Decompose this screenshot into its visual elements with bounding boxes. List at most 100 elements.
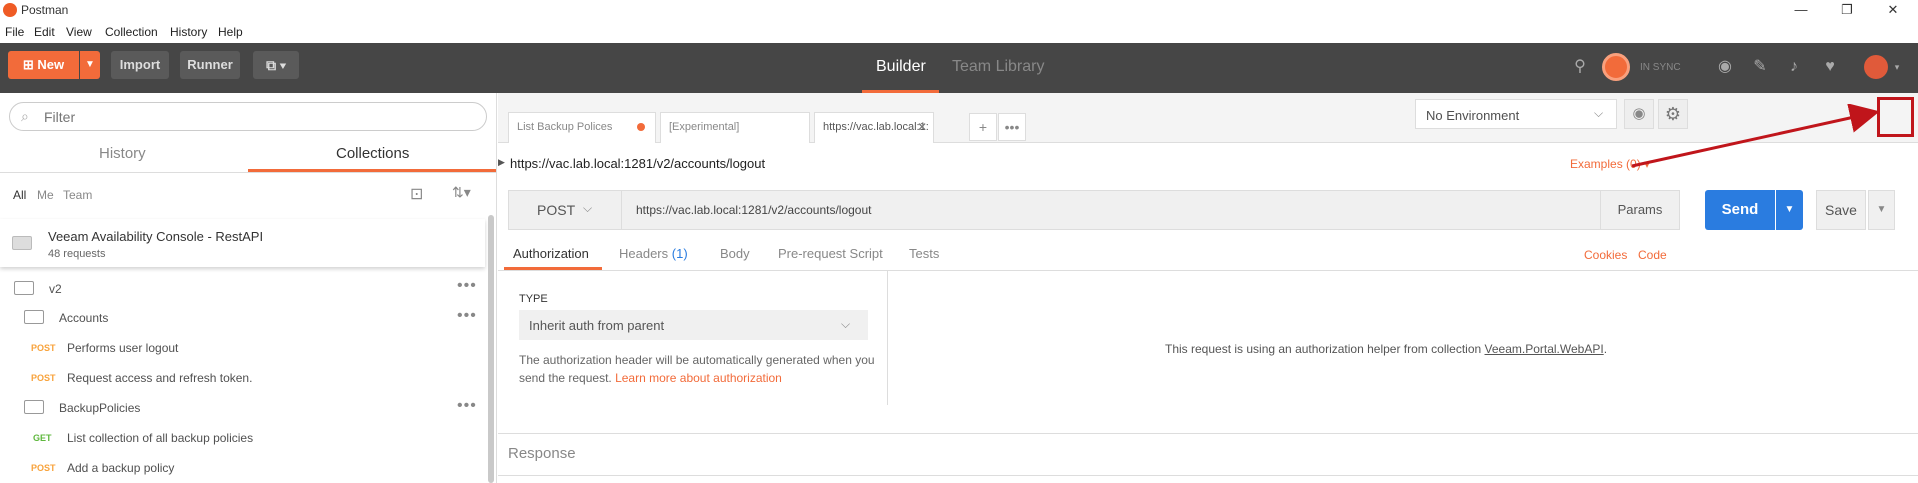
method-badge: POST (31, 373, 56, 383)
environment-select[interactable]: No Environment ⌵ (1415, 99, 1617, 129)
menu-help[interactable]: Help (218, 25, 243, 39)
new-button[interactable]: ⊞ New (8, 51, 79, 79)
url-input[interactable]: https://vac.lab.local:1281/v2/accounts/l… (636, 203, 871, 217)
chevron-down-icon: ⌵ (583, 201, 593, 215)
unsaved-dot-icon (637, 123, 645, 131)
method-value: POST (537, 202, 576, 218)
tab-team-library[interactable]: Team Library (952, 58, 1044, 76)
request-tab[interactable]: [Experimental] (660, 112, 810, 143)
add-tab-button[interactable]: + (969, 113, 997, 141)
cookies-link[interactable]: Cookies (1584, 248, 1627, 262)
tab-tests[interactable]: Tests (909, 246, 939, 261)
url-bar: POST ⌵ https://vac.lab.local:1281/v2/acc… (508, 190, 1612, 230)
sort-icon[interactable]: ⇅▾ (452, 184, 471, 201)
collection-item[interactable]: Veeam Availability Console - RestAPI 48 … (0, 219, 485, 267)
save-dropdown-button[interactable]: ▼ (1868, 190, 1895, 230)
satellite-icon[interactable]: ⚲ (1570, 57, 1590, 77)
tab-headers[interactable]: Headers (1) (619, 246, 688, 261)
collapse-caret-icon[interactable]: ▶ (498, 157, 505, 168)
more-icon[interactable]: ••• (457, 397, 477, 415)
tab-authorization[interactable]: Authorization (513, 246, 589, 261)
tab-history[interactable]: History (99, 145, 146, 162)
request-tab-active[interactable]: https://vac.lab.local:1: ✕ (814, 112, 934, 143)
collection-link[interactable]: Veeam.Portal.WebAPI (1485, 342, 1604, 356)
environment-value: No Environment (1426, 108, 1520, 123)
annotation-highlight-box (1877, 97, 1914, 137)
auth-type-select[interactable]: Inherit auth from parent ⌵ (519, 310, 868, 340)
filter-me[interactable]: Me (37, 188, 54, 202)
auth-description: The authorization header will be automat… (519, 351, 879, 387)
tree-request[interactable]: Performs user logout (67, 341, 178, 355)
new-dropdown-button[interactable]: ▼ (80, 51, 100, 79)
avatar[interactable] (1864, 55, 1888, 79)
auth-info-text: This request is using an authorization h… (1165, 342, 1482, 356)
more-icon: ••• (1004, 119, 1020, 135)
more-icon[interactable]: ••• (457, 307, 477, 325)
tab-options-button[interactable]: ••• (998, 113, 1026, 141)
chevron-down-icon: ⌵ (841, 317, 851, 331)
request-tab-label: List Backup Polices (517, 121, 613, 133)
tree-request[interactable]: Request access and refresh token. (67, 371, 252, 385)
tab-builder[interactable]: Builder (876, 58, 926, 76)
collection-folder-icon (12, 236, 32, 250)
tab-prerequest-script[interactable]: Pre-request Script (778, 246, 883, 261)
filter-input[interactable] (44, 109, 464, 125)
menu-history[interactable]: History (170, 25, 207, 39)
sync-icon[interactable] (1602, 53, 1630, 81)
auth-info-suffix: . (1603, 342, 1608, 356)
restore-button[interactable]: ❐ (1832, 1, 1862, 19)
auth-helper-info: This request is using an authorization h… (1165, 342, 1607, 356)
filter-all[interactable]: All (13, 188, 26, 202)
method-select[interactable]: POST ⌵ (509, 191, 622, 229)
send-button[interactable]: Send (1705, 190, 1775, 230)
tree-folder-backuppolicies[interactable]: BackupPolicies (59, 401, 140, 415)
auth-type-value: Inherit auth from parent (529, 318, 665, 333)
import-button[interactable]: Import (111, 51, 169, 79)
menu-edit[interactable]: Edit (34, 25, 55, 39)
caret-down-icon: ▼ (85, 59, 95, 70)
filter-team[interactable]: Team (63, 188, 92, 202)
tab-body[interactable]: Body (720, 246, 750, 261)
tree-folder-accounts[interactable]: Accounts (59, 311, 108, 325)
minimize-button[interactable]: — (1786, 1, 1816, 19)
menu-file[interactable]: File (5, 25, 24, 39)
tab-collections[interactable]: Collections (336, 145, 409, 162)
tree-folder-v2[interactable]: v2 (49, 282, 62, 296)
sidebar-scrollbar[interactable] (488, 215, 494, 483)
filter-box[interactable]: ⌕ (9, 102, 487, 131)
bell-icon[interactable]: ♪ (1784, 57, 1804, 77)
wrench-icon[interactable]: ✎ (1750, 57, 1770, 77)
runner-button[interactable]: Runner (180, 51, 240, 79)
avatar-caret-icon[interactable]: ▾ (1887, 57, 1907, 77)
request-tab-label: https://vac.lab.local:1: (823, 121, 929, 133)
more-icon[interactable]: ••• (457, 277, 477, 295)
caret-down-icon: ▼ (1784, 204, 1795, 215)
window-titlebar: Postman — ❐ ✕ (0, 0, 1918, 21)
folder-icon (24, 310, 44, 324)
search-icon: ⌕ (21, 108, 29, 124)
annotation-arrow (1631, 104, 1880, 168)
close-tab-icon[interactable]: ✕ (917, 120, 927, 134)
tree-request[interactable]: List collection of all backup policies (67, 431, 253, 445)
method-badge: GET (33, 433, 52, 443)
tree-request[interactable]: Add a backup policy (67, 461, 174, 475)
send-dropdown-button[interactable]: ▼ (1776, 190, 1803, 230)
new-window-button[interactable]: ⧉ ▾ (253, 51, 299, 79)
headers-count: (1) (671, 246, 688, 261)
close-window-button[interactable]: ✕ (1878, 1, 1908, 19)
heart-icon[interactable]: ♥ (1820, 57, 1840, 77)
request-tab[interactable]: List Backup Polices (508, 112, 656, 143)
interceptor-icon[interactable]: ◉ (1715, 57, 1735, 77)
learn-more-link[interactable]: Learn more about authorization (615, 371, 782, 385)
code-link[interactable]: Code (1638, 248, 1667, 262)
new-button-label: New (37, 57, 65, 72)
save-button[interactable]: Save (1816, 190, 1866, 230)
menu-collection[interactable]: Collection (105, 25, 158, 39)
method-badge: POST (31, 463, 56, 473)
menu-view[interactable]: View (66, 25, 92, 39)
new-folder-icon[interactable]: ⊡ (410, 184, 423, 204)
chevron-down-icon: ⌵ (1594, 106, 1604, 120)
plus-icon: + (978, 119, 988, 135)
params-button[interactable]: Params (1600, 190, 1680, 230)
sync-status: IN SYNC (1640, 62, 1681, 73)
